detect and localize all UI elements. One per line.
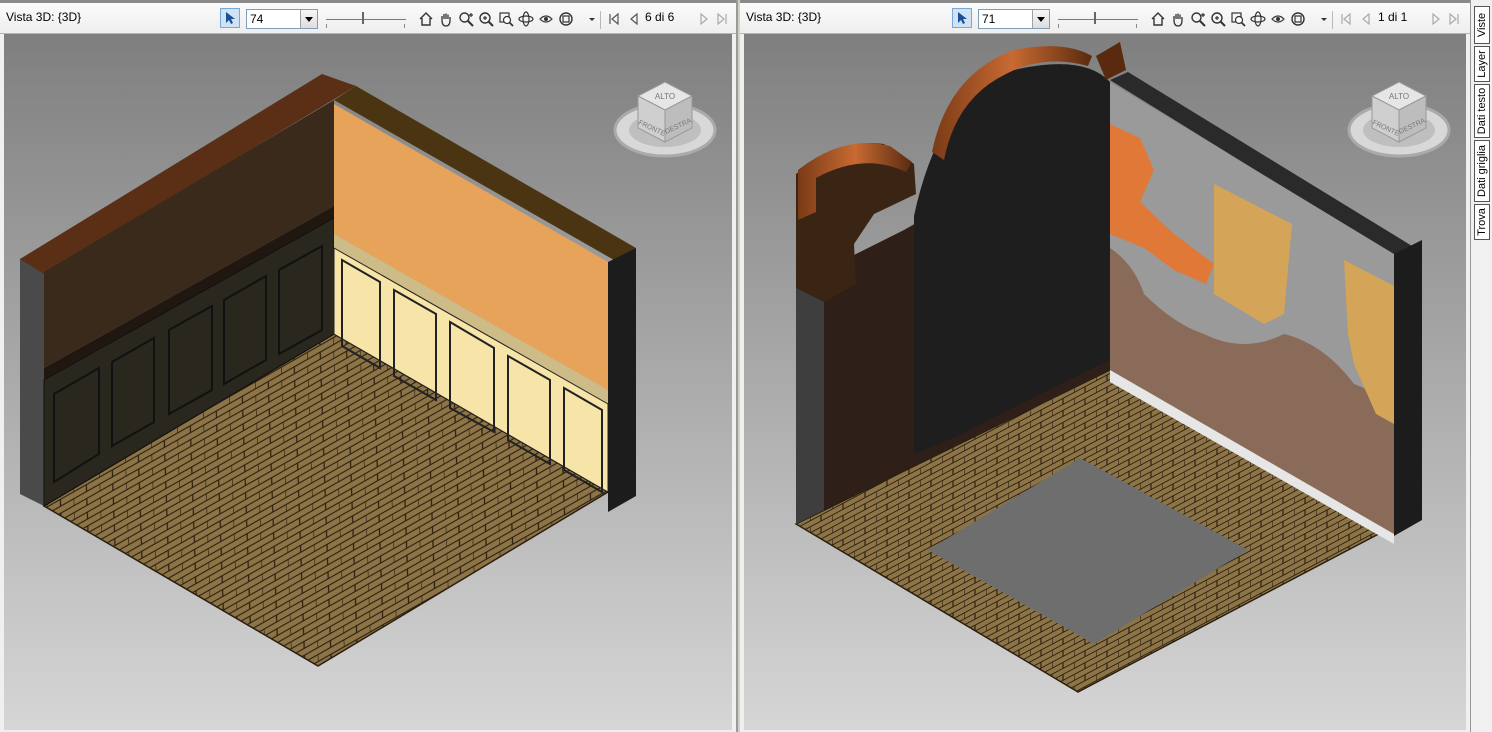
zoom-window-icon[interactable] [1210,11,1226,27]
right-3d-view-pane: Vista 3D: {3D} 71 1 di 1 ALTO FRONTE DES… [740,0,1470,732]
walk-icon[interactable] [538,11,554,27]
select-arrow-icon [226,12,235,24]
viewcube[interactable]: ALTO FRONTE DESTRA [610,72,720,162]
walk-icon[interactable] [1270,11,1286,27]
fit-icon[interactable] [1290,11,1306,27]
right-3d-viewport[interactable]: ALTO FRONTE DESTRA [744,34,1466,730]
tab-trova[interactable]: Trova [1474,204,1490,240]
zoom-extents-icon[interactable] [1230,11,1246,27]
zoom-extents-icon[interactable] [498,11,514,27]
zoom-in-icon[interactable] [458,11,474,27]
page-indicator: 6 di 6 [645,10,675,24]
left-3d-view-pane: Vista 3D: {3D} 74 6 di 6 ALTO FRONTE DES… [0,0,738,732]
viewcube-top-label: ALTO [1389,92,1409,101]
left-view-toolbar: Vista 3D: {3D} 74 6 di 6 [0,0,736,34]
select-arrow-icon [958,12,967,24]
right-wall-edge [1394,240,1422,536]
last-page-icon[interactable] [1446,11,1462,27]
zoom-combo[interactable]: 71 [978,9,1050,29]
viewcube-top-label: ALTO [655,92,675,101]
last-page-icon[interactable] [714,11,730,27]
tab-label: Dati testo [1476,87,1488,135]
zoom-combo[interactable]: 74 [246,9,318,29]
fit-icon[interactable] [558,11,574,27]
first-page-icon[interactable] [1338,11,1354,27]
prev-page-icon[interactable] [626,11,642,27]
home-icon[interactable] [1150,11,1166,27]
dropdown-arrow-icon[interactable] [584,11,600,27]
right-view-toolbar: Vista 3D: {3D} 71 1 di 1 [740,0,1470,34]
select-tool-button[interactable] [220,8,240,28]
page-indicator: 1 di 1 [1378,10,1408,24]
tab-dati-griglia[interactable]: Dati griglia [1474,140,1490,202]
tab-layer[interactable]: Layer [1474,46,1490,82]
chevron-down-icon[interactable] [300,10,317,28]
orbit-icon[interactable] [1250,11,1266,27]
left-3d-viewport[interactable]: ALTO FRONTE DESTRA [4,34,732,730]
dropdown-arrow-icon[interactable] [1316,11,1332,27]
tab-label: Layer [1476,50,1488,78]
pan-hand-icon[interactable] [1170,11,1186,27]
home-icon[interactable] [418,11,434,27]
select-tool-button[interactable] [952,8,972,28]
orbit-icon[interactable] [518,11,534,27]
left-wall-slab [796,270,824,524]
zoom-slider[interactable] [326,9,406,29]
zoom-value: 74 [250,12,264,26]
tab-label: Dati griglia [1476,145,1488,197]
tab-dati-testo[interactable]: Dati testo [1474,84,1490,138]
first-page-icon[interactable] [606,11,622,27]
next-page-icon[interactable] [696,11,712,27]
view-title: Vista 3D: {3D} [6,10,82,24]
tab-viste[interactable]: Viste [1474,6,1490,44]
view-title: Vista 3D: {3D} [746,10,822,24]
right-wall-edge [608,248,636,512]
zoom-window-icon[interactable] [478,11,494,27]
zoom-value: 71 [982,12,996,26]
zoom-slider[interactable] [1058,9,1138,29]
side-panel-tabs: Viste Layer Dati testo Dati griglia Trov… [1470,0,1492,732]
viewcube[interactable]: ALTO FRONTE DESTRA [1344,72,1454,162]
tab-label: Trova [1476,208,1488,236]
next-page-icon[interactable] [1428,11,1444,27]
prev-page-icon[interactable] [1358,11,1374,27]
tab-label: Viste [1476,12,1488,38]
chevron-down-icon[interactable] [1032,10,1049,28]
left-wall-slab [20,246,44,506]
pan-hand-icon[interactable] [438,11,454,27]
zoom-in-icon[interactable] [1190,11,1206,27]
